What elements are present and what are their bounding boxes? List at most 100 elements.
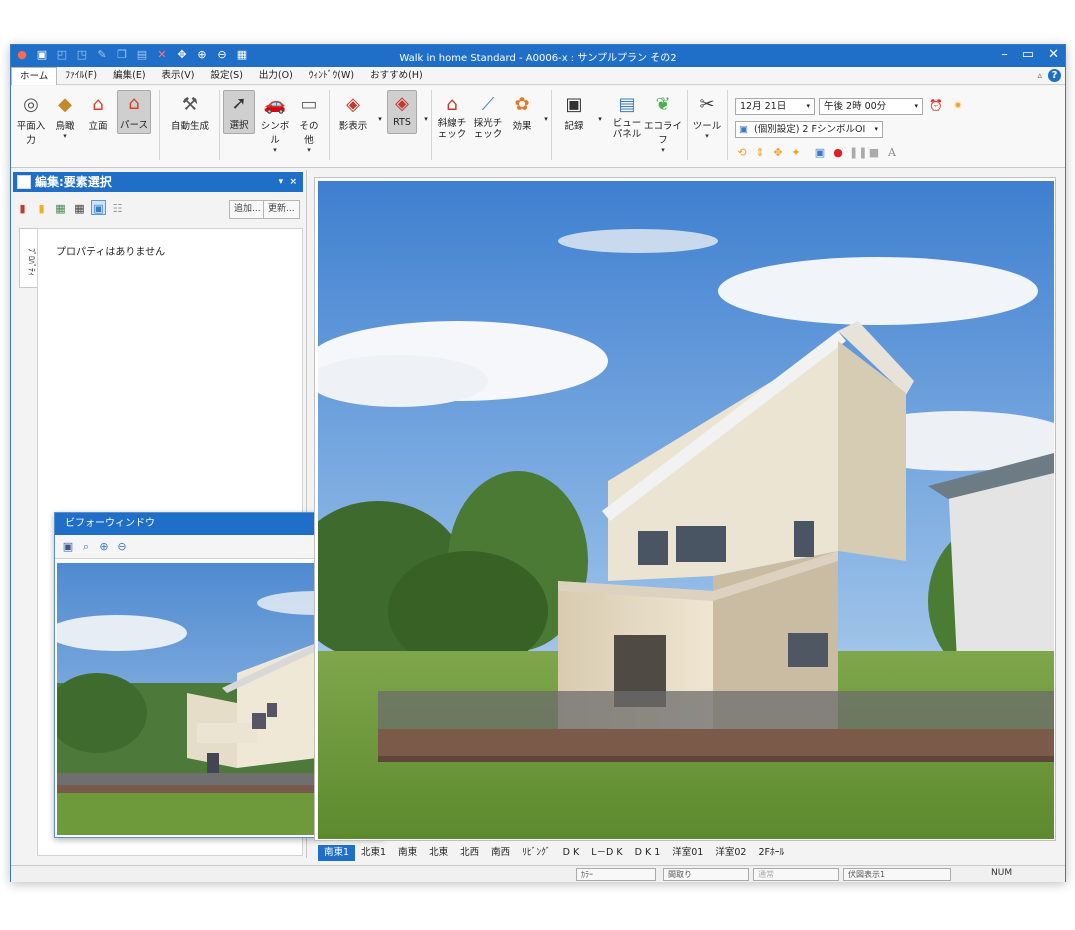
zoom-out-icon[interactable]: ⊖	[115, 540, 129, 554]
status-layout[interactable]: 間取り	[663, 868, 749, 881]
panel-controls[interactable]: ▾ ×	[279, 172, 297, 192]
menu-settings[interactable]: 設定(S)	[202, 67, 250, 85]
status-color[interactable]: ｶﾗｰ	[576, 868, 656, 881]
auto-generate-label: 自動生成	[170, 121, 209, 132]
move-vertical-icon[interactable]: ⇕	[753, 146, 767, 160]
shadow-label: 影表示	[338, 121, 368, 132]
tab-view-9[interactable]: L－D K	[585, 845, 628, 861]
properties-vertical-tab[interactable]: ﾌﾟﾛﾊﾟﾃｨ	[19, 228, 37, 288]
record-button[interactable]: ▣ 記録	[559, 92, 589, 133]
rts-button[interactable]: ◈ RTS	[387, 90, 417, 134]
window-title: Walk in home Standard - A0006-x : サンプルプラ…	[399, 53, 677, 64]
slant-check-button[interactable]: ⌂ 斜線チェック	[435, 92, 469, 141]
alarm-clock-icon[interactable]: ⏰	[929, 99, 943, 113]
image-icon[interactable]: ▦	[53, 200, 68, 215]
setting-select[interactable]: ▣ (個別設定) 2 FシンボルOI ▾	[735, 121, 883, 138]
grid-icon[interactable]: ▦	[72, 200, 87, 215]
birdseye-label: 鳥瞰	[55, 121, 75, 132]
app-window: ● ▣ ◰ ◳ ✎ ❐ ▤ ✕ ✥ ⊕ ⊖ ▦ Walk in home Sta…	[10, 44, 1066, 882]
tab-view-11[interactable]: 洋室01	[666, 845, 709, 861]
text-icon[interactable]: A	[885, 146, 899, 160]
menu-output[interactable]: 出力(O)	[251, 67, 301, 85]
save-icon[interactable]: ▣	[61, 540, 75, 554]
pause-icon[interactable]: ❚❚	[849, 146, 867, 160]
tab-view-12[interactable]: 洋室02	[709, 845, 752, 861]
tab-view-1[interactable]: 南東1	[318, 845, 356, 861]
elevation-button[interactable]: ⌂ 立面	[83, 92, 113, 133]
sun-icon[interactable]: ✷	[951, 99, 965, 113]
symbol-button[interactable]: 🚗 シンボル ▾	[257, 92, 293, 155]
help-icon[interactable]: ?	[1048, 69, 1061, 82]
zoom-in-icon[interactable]: ⊕	[97, 540, 111, 554]
properties-icon[interactable]: ▣	[91, 200, 106, 215]
book-red-icon[interactable]: ▮	[15, 200, 30, 215]
menu-edit[interactable]: 編集(E)	[105, 67, 153, 85]
select-button[interactable]: ➚ 選択	[223, 90, 255, 134]
menu-bar: ホーム ﾌｧｲﾙ(F) 編集(E) 表示(V) 設定(S) 出力(O) ｳｨﾝﾄ…	[11, 66, 1065, 85]
list-icon[interactable]: ☷	[110, 200, 125, 215]
menu-view[interactable]: 表示(V)	[154, 67, 203, 85]
book-yellow-icon[interactable]: ▮	[34, 200, 49, 215]
menu-file[interactable]: ﾌｧｲﾙ(F)	[57, 67, 105, 85]
daylight-check-icon: ⟋	[481, 93, 495, 115]
walk-icon[interactable]: ✦	[789, 146, 803, 160]
menu-home[interactable]: ホーム	[11, 66, 58, 85]
slant-check-icon: ⌂	[446, 93, 458, 115]
view-panel-label: ビューパネル	[612, 118, 642, 140]
shadow-button[interactable]: ◈ 影表示	[333, 92, 373, 133]
status-plan-view[interactable]: 伏図表示1	[843, 868, 951, 881]
ecolife-button[interactable]: ❦ エコライフ ▾	[643, 92, 683, 155]
symbol-icon: 🚗	[263, 93, 287, 115]
record-start-icon[interactable]: ●	[831, 146, 845, 160]
num-lock-indicator: NUM	[991, 868, 1013, 878]
rts-label: RTS	[393, 117, 411, 128]
auto-generate-button[interactable]: ⚒ 自動生成	[165, 92, 215, 133]
maximize-button[interactable]: ▭	[1022, 47, 1034, 62]
plan-input-button[interactable]: ◎ 平面入力	[13, 92, 49, 147]
plan-input-label: 平面入力	[16, 121, 46, 146]
tab-view-7[interactable]: ﾘﾋﾞﾝｸﾞ	[516, 845, 557, 861]
edit-panel-title: 編集:要素選択 ▾ ×	[13, 172, 303, 192]
tab-view-10[interactable]: D K 1	[629, 845, 667, 861]
tab-view-5[interactable]: 北西	[454, 845, 485, 861]
record-label: 記録	[564, 121, 584, 132]
slant-check-label: 斜線チェック	[437, 118, 467, 140]
birdseye-button[interactable]: ◆ 鳥瞰 ▾	[51, 92, 79, 141]
tab-view-2[interactable]: 北東1	[355, 845, 392, 861]
other-button[interactable]: ▭ その他 ▾	[295, 92, 323, 155]
tab-view-4[interactable]: 北東	[423, 845, 454, 861]
shadow-dropdown-icon[interactable]: ▾	[373, 112, 387, 126]
view-panel-button[interactable]: ▤ ビューパネル	[609, 92, 645, 141]
tab-view-8[interactable]: D K	[557, 845, 586, 861]
move-cross-icon[interactable]: ✥	[771, 146, 785, 160]
setting-value: (個別設定) 2 FシンボルOI	[754, 124, 866, 135]
status-normal[interactable]: 通常	[753, 868, 839, 881]
menu-recommended[interactable]: おすすめ(H)	[362, 67, 431, 85]
elevation-label: 立面	[88, 121, 108, 132]
perspective-button[interactable]: ⌂ パース	[117, 90, 151, 134]
zoom-icon[interactable]: ⌕	[79, 540, 93, 554]
minimize-button[interactable]: –	[1001, 47, 1008, 62]
record-dropdown-icon[interactable]: ▾	[593, 112, 607, 126]
update-button[interactable]: 更新...	[263, 200, 300, 219]
tools-icon: ✂	[699, 93, 715, 115]
stop-icon[interactable]: ■	[867, 146, 881, 160]
menu-window[interactable]: ｳｨﾝﾄﾞｳ(W)	[301, 67, 362, 85]
perspective-viewport[interactable]	[314, 177, 1056, 841]
tools-button[interactable]: ✂ ツール ▾	[691, 92, 723, 141]
tab-view-3[interactable]: 南東	[392, 845, 423, 861]
effect-button[interactable]: ✿ 効果	[507, 92, 537, 133]
time-select[interactable]: 午後 2時 00分 ▾	[819, 98, 923, 115]
time-dropdown-icon: ▾	[914, 102, 918, 110]
date-select[interactable]: 12月 21日 ▾	[735, 98, 815, 115]
add-button[interactable]: 追加...	[229, 200, 266, 219]
close-button[interactable]: ✕	[1048, 47, 1059, 62]
tab-view-13[interactable]: 2Fﾎｰﾙ	[752, 845, 790, 861]
rotate-icon[interactable]: ⟲	[735, 146, 749, 160]
daylight-check-button[interactable]: ⟋ 採光チェック	[471, 92, 505, 141]
capture-icon[interactable]: ▣	[813, 146, 827, 160]
before-window-title: ビフォーウィンドウ	[65, 518, 155, 529]
collapse-ribbon-icon[interactable]: ▵	[1037, 71, 1042, 81]
tab-view-6[interactable]: 南西	[485, 845, 516, 861]
perspective-label: パース	[119, 120, 149, 131]
